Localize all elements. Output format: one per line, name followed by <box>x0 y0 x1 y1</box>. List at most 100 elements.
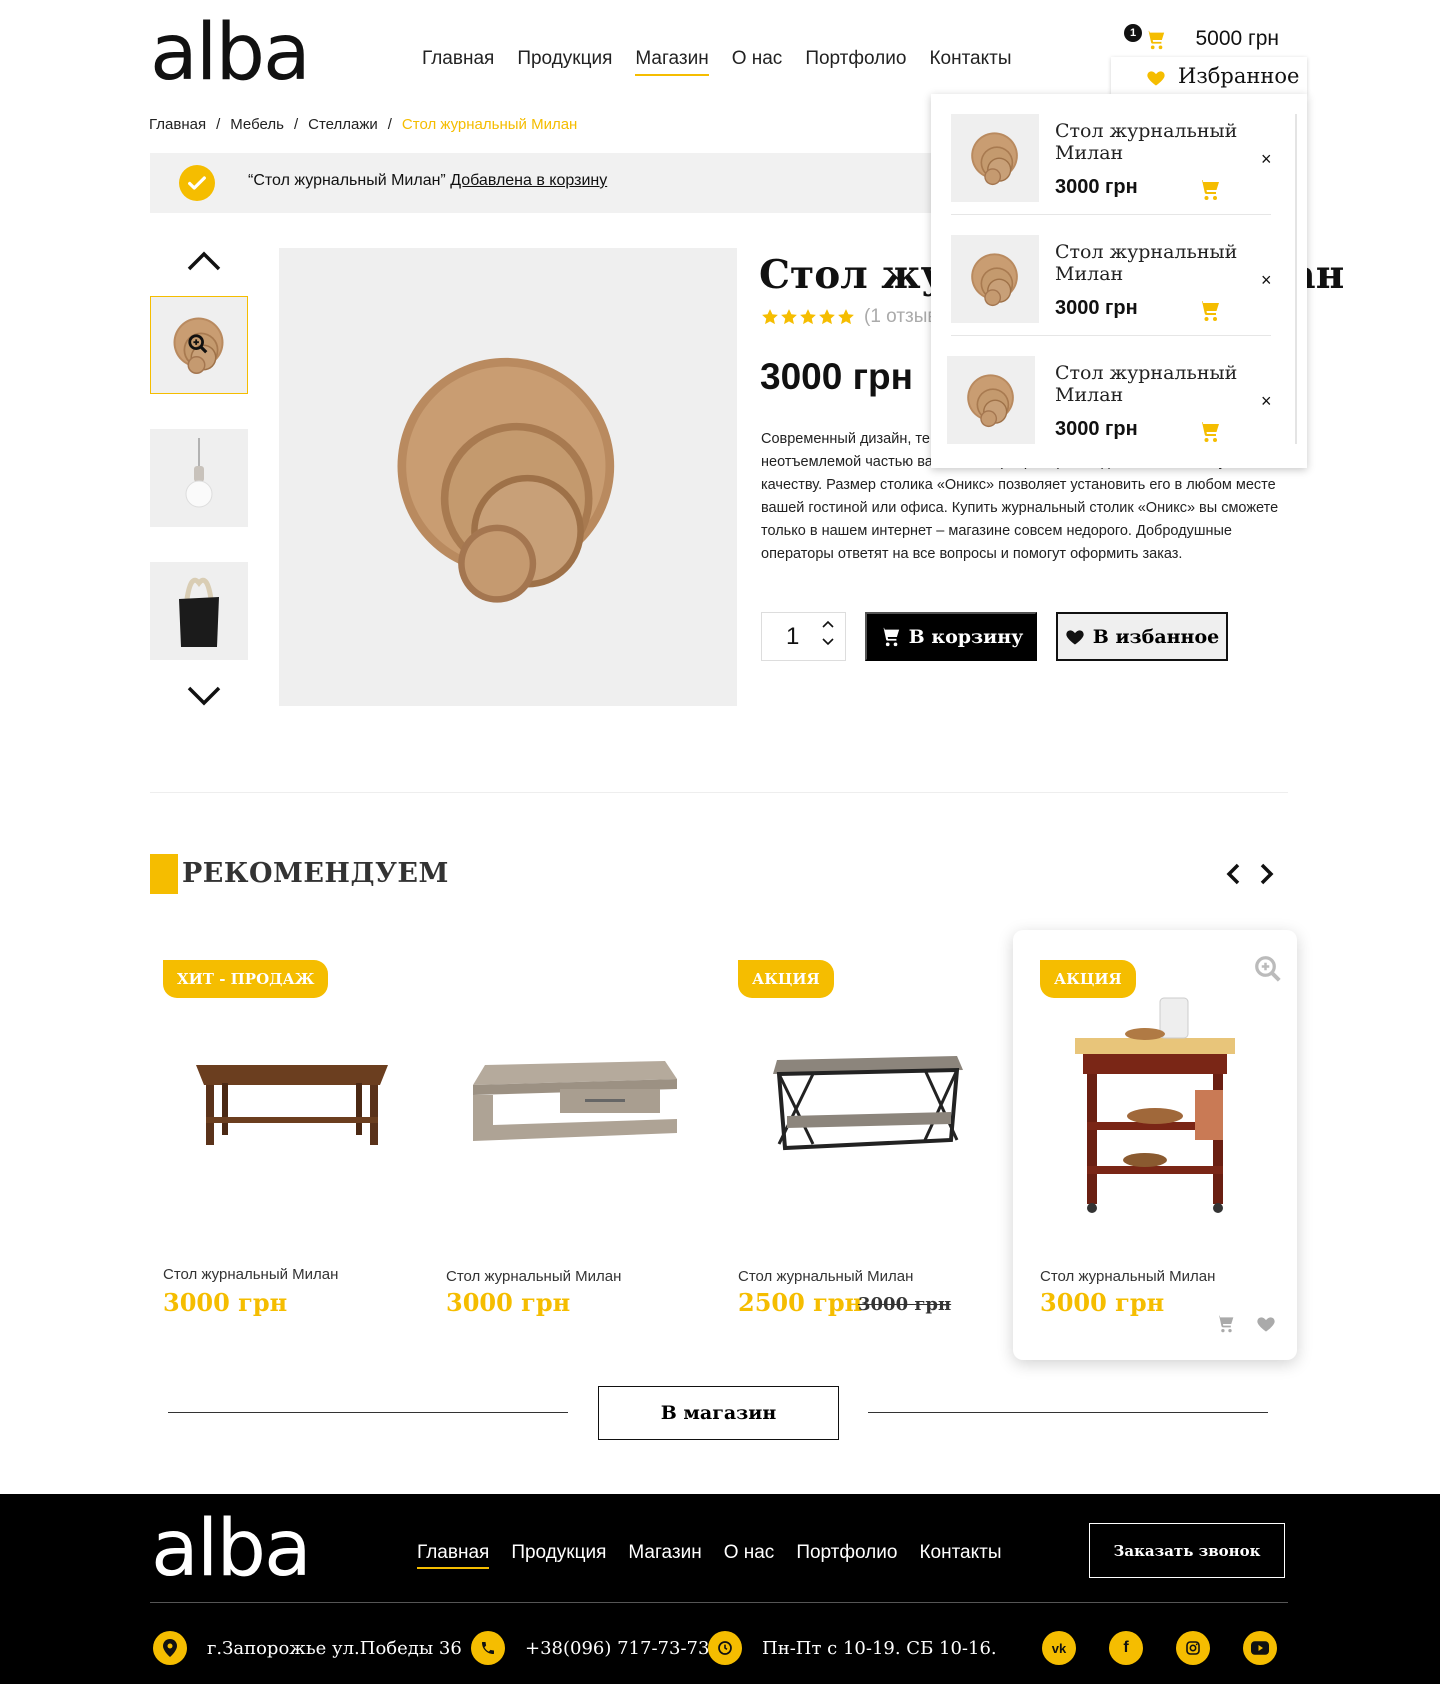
breadcrumb-separator: / <box>216 116 221 133</box>
add-to-cart-icon[interactable] <box>1197 299 1221 323</box>
footer-nav: Главная Продукция Магазин О нас Портфоли… <box>417 1542 1002 1569</box>
card-name[interactable]: Стол журнальный Милан <box>446 1268 621 1285</box>
heart-icon <box>1065 627 1085 647</box>
kitchen-cart-image <box>1075 997 1235 1213</box>
nav-link-home[interactable]: Главная <box>422 48 494 74</box>
favorites-item-image[interactable] <box>951 114 1039 202</box>
plates-image <box>378 347 638 607</box>
add-to-cart-icon[interactable] <box>1197 420 1221 444</box>
breadcrumb-link[interactable]: Мебель <box>230 116 284 133</box>
remove-icon[interactable]: × <box>1261 270 1272 291</box>
location-pin-icon <box>153 1631 187 1665</box>
cart-icon[interactable] <box>1215 1314 1235 1334</box>
footer-link-products[interactable]: Продукция <box>511 1542 606 1564</box>
card-image[interactable] <box>735 1000 999 1200</box>
decrement-icon[interactable] <box>822 638 834 646</box>
footer-logo[interactable]: alba <box>151 1510 312 1588</box>
product-card[interactable]: АКЦИЯ Стол журнальный Милан 2500 грн 300… <box>725 930 1009 1360</box>
zoom-icon[interactable] <box>1253 954 1283 984</box>
favorites-item-image[interactable] <box>951 235 1039 323</box>
divider <box>150 792 1288 793</box>
chevron-down-icon[interactable] <box>186 684 222 708</box>
cart-icon <box>1144 29 1166 51</box>
product-main-image[interactable] <box>279 248 737 706</box>
vk-icon[interactable]: vk <box>1042 1631 1076 1665</box>
card-old-price: 3000 грн <box>858 1294 952 1315</box>
chevron-left-icon[interactable] <box>1224 862 1242 886</box>
increment-icon[interactable] <box>822 620 834 628</box>
instagram-icon[interactable] <box>1176 1631 1210 1665</box>
rating-stars <box>761 308 855 326</box>
add-to-favorites-label: В избанное <box>1092 625 1220 648</box>
nav-link-contacts[interactable]: Контакты <box>929 48 1011 74</box>
breadcrumb: Главная / Мебель / Стеллажи / Стол журнальный … <box>149 116 577 133</box>
chevron-up-icon[interactable] <box>186 249 222 273</box>
youtube-icon[interactable] <box>1243 1631 1277 1665</box>
star-icon <box>780 308 798 326</box>
card-name[interactable]: Стол журнальный Милан <box>163 1266 338 1283</box>
product-price: 3000 грн <box>760 356 913 397</box>
card-image[interactable] <box>160 1000 424 1200</box>
footer-link-about[interactable]: О нас <box>724 1542 775 1564</box>
star-icon <box>799 308 817 326</box>
notice-product: “Стол журнальный Милан” <box>248 172 446 189</box>
divider <box>868 1412 1268 1413</box>
add-to-cart-button[interactable]: В корзину <box>865 612 1037 661</box>
breadcrumb-link[interactable]: Главная <box>149 116 206 133</box>
remove-icon[interactable]: × <box>1261 149 1272 170</box>
notice-link[interactable]: Добавлена в корзину <box>450 172 607 189</box>
chevron-right-icon[interactable] <box>1258 862 1276 886</box>
footer-link-contacts[interactable]: Контакты <box>919 1542 1001 1564</box>
add-to-cart-icon[interactable] <box>1197 178 1221 202</box>
section-marker <box>150 854 178 894</box>
footer: alba Главная Продукция Магазин О нас Пор… <box>0 1494 1440 1684</box>
nav-link-shop[interactable]: Магазин <box>635 48 709 76</box>
cart-total: 5000 грн <box>1195 27 1280 50</box>
breadcrumb-link[interactable]: Стеллажи <box>308 116 378 133</box>
footer-link-shop[interactable]: Магазин <box>628 1542 701 1564</box>
nav-link-about[interactable]: О нас <box>732 48 783 74</box>
favorites-item-name[interactable]: Стол журнальный Милан <box>1055 241 1245 285</box>
card-actions <box>1215 1314 1277 1334</box>
favorites-item-price: 3000 грн <box>1055 418 1138 440</box>
star-icon <box>818 308 836 326</box>
social-links: vk f <box>1042 1631 1277 1665</box>
card-name[interactable]: Стол журнальный Милан <box>738 1268 913 1285</box>
nav-link-products[interactable]: Продукция <box>517 48 612 74</box>
dropdown-scrollbar[interactable] <box>1295 114 1297 444</box>
gallery-thumb[interactable] <box>150 429 248 527</box>
heart-icon <box>1146 68 1166 88</box>
quantity-value[interactable]: 1 <box>786 623 799 651</box>
favorites-item-price: 3000 грн <box>1055 176 1138 198</box>
request-call-button[interactable]: Заказать звонок <box>1089 1523 1285 1578</box>
nav-link-portfolio[interactable]: Портфолио <box>805 48 906 74</box>
remove-icon[interactable]: × <box>1261 391 1272 412</box>
go-to-shop-button[interactable]: В магазин <box>598 1386 839 1440</box>
favorites-item-image[interactable] <box>947 356 1035 444</box>
gallery-thumb[interactable] <box>150 562 248 660</box>
header-cart[interactable]: 1 5000 грн <box>1124 24 1279 54</box>
footer-link-portfolio[interactable]: Портфолио <box>796 1542 897 1564</box>
badge-sale: АКЦИЯ <box>738 960 834 998</box>
carousel-arrows <box>1224 862 1276 886</box>
heart-icon[interactable] <box>1255 1314 1277 1334</box>
add-to-favorites-button[interactable]: В избанное <box>1056 612 1228 661</box>
favorites-item-name[interactable]: Стол журнальный Милан <box>1055 362 1245 406</box>
product-card[interactable]: ХИТ - ПРОДАЖ Стол журнальный Милан 3000 … <box>150 930 434 1360</box>
quantity-stepper[interactable]: 1 <box>761 612 846 661</box>
card-image[interactable] <box>443 1000 707 1200</box>
logo[interactable]: alba <box>150 14 311 92</box>
gallery-thumb[interactable] <box>150 296 248 394</box>
facebook-icon[interactable]: f <box>1109 1631 1143 1665</box>
footer-divider <box>150 1602 1288 1603</box>
footer-link-home[interactable]: Главная <box>417 1542 490 1569</box>
card-image[interactable] <box>1023 990 1287 1220</box>
card-name[interactable]: Стол журнальный Милан <box>1040 1268 1215 1285</box>
zoom-icon <box>188 334 208 354</box>
phone-text[interactable]: +38(096) 717-73-73 <box>525 1638 709 1659</box>
product-card[interactable]: АКЦИЯ Стол журнальный Милан 3000 грн <box>1013 930 1297 1360</box>
favorites-tab[interactable]: Избранное <box>1111 57 1307 95</box>
favorites-item-name[interactable]: Стол журнальный Милан <box>1055 120 1245 164</box>
table-image <box>196 1065 388 1145</box>
product-card[interactable]: Стол журнальный Милан 3000 грн <box>433 930 717 1360</box>
